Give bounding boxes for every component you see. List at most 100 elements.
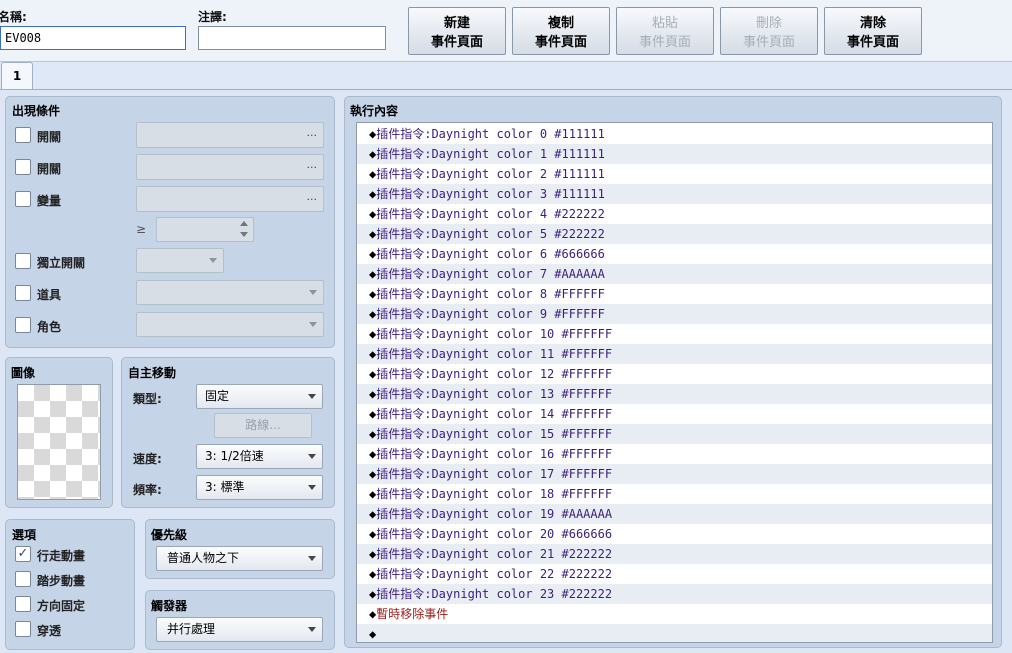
command-text: 插件指令:Daynight color 9 #FFFFFF — [376, 307, 605, 321]
command-row[interactable]: ◆插件指令:Daynight color 18 #FFFFFF — [357, 484, 992, 504]
frequency-label: 頻率: — [133, 483, 162, 497]
options-title: 選項 — [12, 528, 37, 542]
priority-dropdown[interactable]: 普通人物之下 — [156, 546, 323, 571]
command-text: 插件指令:Daynight color 5 #222222 — [376, 227, 605, 241]
stepping-anim-checkbox[interactable] — [15, 571, 31, 587]
switch2-label: 開關 — [37, 162, 62, 176]
chevron-down-icon — [209, 258, 217, 263]
note-field[interactable] — [198, 26, 386, 50]
actor-checkbox[interactable] — [15, 317, 31, 333]
command-row[interactable]: ◆插件指令:Daynight color 19 #AAAAAA — [357, 504, 992, 524]
image-title: 圖像 — [11, 366, 36, 380]
command-row[interactable]: ◆插件指令:Daynight color 12 #FFFFFF — [357, 364, 992, 384]
command-row[interactable]: ◆插件指令:Daynight color 23 #222222 — [357, 584, 992, 604]
command-text: 插件指令:Daynight color 14 #FFFFFF — [376, 407, 613, 421]
command-rows: ◆插件指令:Daynight color 0 #111111 ◆插件指令:Dayn… — [357, 123, 992, 642]
actor-label: 角色 — [37, 320, 62, 334]
command-row[interactable]: ◆插件指令:Daynight color 9 #FFFFFF — [357, 304, 992, 324]
clear-page-button[interactable]: 清除 事件頁面 — [824, 7, 922, 55]
command-row[interactable]: ◆插件指令:Daynight color 2 #111111 — [357, 164, 992, 184]
command-text: 插件指令:Daynight color 11 #FFFFFF — [376, 347, 613, 361]
trigger-dropdown[interactable]: 并行處理 — [156, 617, 323, 642]
note-label: 注譯: — [198, 10, 227, 24]
command-row[interactable]: ◆插件指令:Daynight color 11 #FFFFFF — [357, 344, 992, 364]
switch1-label: 開關 — [37, 130, 62, 144]
command-list[interactable]: ◆插件指令:Daynight color 0 #111111 ◆插件指令:Dayn… — [356, 122, 993, 643]
command-text: 插件指令:Daynight color 23 #222222 — [376, 587, 613, 601]
command-row[interactable]: ◆ — [357, 624, 992, 642]
new-page-line2: 事件頁面 — [430, 35, 483, 50]
command-row[interactable]: ◆插件指令:Daynight color 20 #666666 — [357, 524, 992, 544]
command-row[interactable]: ◆插件指令:Daynight color 13 #FFFFFF — [357, 384, 992, 404]
speed-value: 3: 1/2倍速 — [205, 449, 264, 463]
command-row[interactable]: ◆插件指令:Daynight color 6 #666666 — [357, 244, 992, 264]
command-row[interactable]: ◆暫時移除事件 — [357, 604, 992, 624]
command-row[interactable]: ◆插件指令:Daynight color 15 #FFFFFF — [357, 424, 992, 444]
contents-title: 執行內容 — [350, 104, 399, 118]
command-row[interactable]: ◆插件指令:Daynight color 22 #222222 — [357, 564, 992, 584]
delete-page-line1: 刪除 — [755, 16, 782, 31]
item-checkbox[interactable] — [15, 285, 31, 301]
command-text: 插件指令:Daynight color 21 #222222 — [376, 547, 613, 561]
move-type-label: 類型: — [133, 392, 162, 406]
command-text: 插件指令:Daynight color 20 #666666 — [376, 527, 613, 541]
switch1-checkbox[interactable] — [15, 127, 31, 143]
tab-page-1[interactable]: 1 — [1, 62, 33, 90]
command-row[interactable]: ◆插件指令:Daynight color 16 #FFFFFF — [357, 444, 992, 464]
clear-page-line1: 清除 — [859, 16, 886, 31]
walking-anim-label: 行走動畫 — [37, 549, 86, 563]
delete-page-button: 刪除 事件頁面 — [720, 7, 818, 55]
command-text: 插件指令:Daynight color 16 #FFFFFF — [376, 447, 613, 461]
variable-value-spinner — [156, 217, 254, 242]
chevron-down-icon — [308, 394, 316, 399]
move-type-dropdown[interactable]: 固定 — [196, 384, 323, 409]
event-image-preview[interactable] — [17, 384, 101, 500]
through-checkbox[interactable] — [15, 621, 31, 637]
name-field[interactable]: EV008 — [0, 26, 186, 50]
frequency-dropdown[interactable]: 3: 標準 — [196, 475, 323, 500]
command-row[interactable]: ◆插件指令:Daynight color 17 #FFFFFF — [357, 464, 992, 484]
command-bullet: ◆ — [369, 627, 377, 641]
chevron-down-icon — [309, 290, 317, 295]
command-row[interactable]: ◆插件指令:Daynight color 21 #222222 — [357, 544, 992, 564]
walking-anim-checkbox[interactable]: ✓ — [15, 546, 31, 562]
switch2-ellipsis: ... — [306, 158, 318, 171]
paste-page-line1: 粘貼 — [651, 16, 678, 31]
command-row[interactable]: ◆插件指令:Daynight color 7 #AAAAAA — [357, 264, 992, 284]
name-label: 名稱: — [0, 10, 27, 24]
new-page-button[interactable]: 新建 事件頁面 — [408, 7, 506, 55]
command-text: 插件指令:Daynight color 22 #222222 — [376, 567, 613, 581]
self-switch-label: 獨立開關 — [37, 256, 86, 270]
ge-symbol: ≥ — [136, 222, 147, 236]
item-dropdown — [136, 280, 324, 305]
speed-dropdown[interactable]: 3: 1/2倍速 — [196, 444, 323, 469]
command-row[interactable]: ◆插件指令:Daynight color 1 #111111 — [357, 144, 992, 164]
command-text: 插件指令:Daynight color 2 #111111 — [376, 167, 605, 181]
command-row[interactable]: ◆插件指令:Daynight color 5 #222222 — [357, 224, 992, 244]
switch1-selector: ... — [136, 122, 324, 148]
variable-checkbox[interactable] — [15, 191, 31, 207]
command-text: 插件指令:Daynight color 13 #FFFFFF — [376, 387, 613, 401]
copy-page-line1: 複制 — [547, 16, 574, 31]
paste-page-button: 粘貼 事件頁面 — [616, 7, 714, 55]
self-switch-checkbox[interactable] — [15, 253, 31, 269]
command-row[interactable]: ◆插件指令:Daynight color 10 #FFFFFF — [357, 324, 992, 344]
paste-page-line2: 事件頁面 — [638, 35, 691, 50]
switch2-checkbox[interactable] — [15, 159, 31, 175]
chevron-down-icon — [308, 454, 316, 459]
command-row[interactable]: ◆插件指令:Daynight color 14 #FFFFFF — [357, 404, 992, 424]
chevron-down-icon — [308, 556, 316, 561]
speed-label: 速度: — [133, 452, 162, 466]
command-row[interactable]: ◆插件指令:Daynight color 8 #FFFFFF — [357, 284, 992, 304]
command-text: 插件指令:Daynight color 8 #FFFFFF — [376, 287, 605, 301]
switch2-selector: ... — [136, 154, 324, 180]
command-row[interactable]: ◆插件指令:Daynight color 0 #111111 — [357, 124, 992, 144]
route-button-label: 路線... — [245, 418, 281, 432]
copy-page-button[interactable]: 複制 事件頁面 — [512, 7, 610, 55]
trigger-title: 觸發器 — [151, 599, 188, 613]
command-row[interactable]: ◆插件指令:Daynight color 3 #111111 — [357, 184, 992, 204]
route-button: 路線... — [214, 413, 312, 438]
autonomous-title: 自主移動 — [128, 366, 177, 380]
direction-fix-checkbox[interactable] — [15, 596, 31, 612]
command-row[interactable]: ◆插件指令:Daynight color 4 #222222 — [357, 204, 992, 224]
